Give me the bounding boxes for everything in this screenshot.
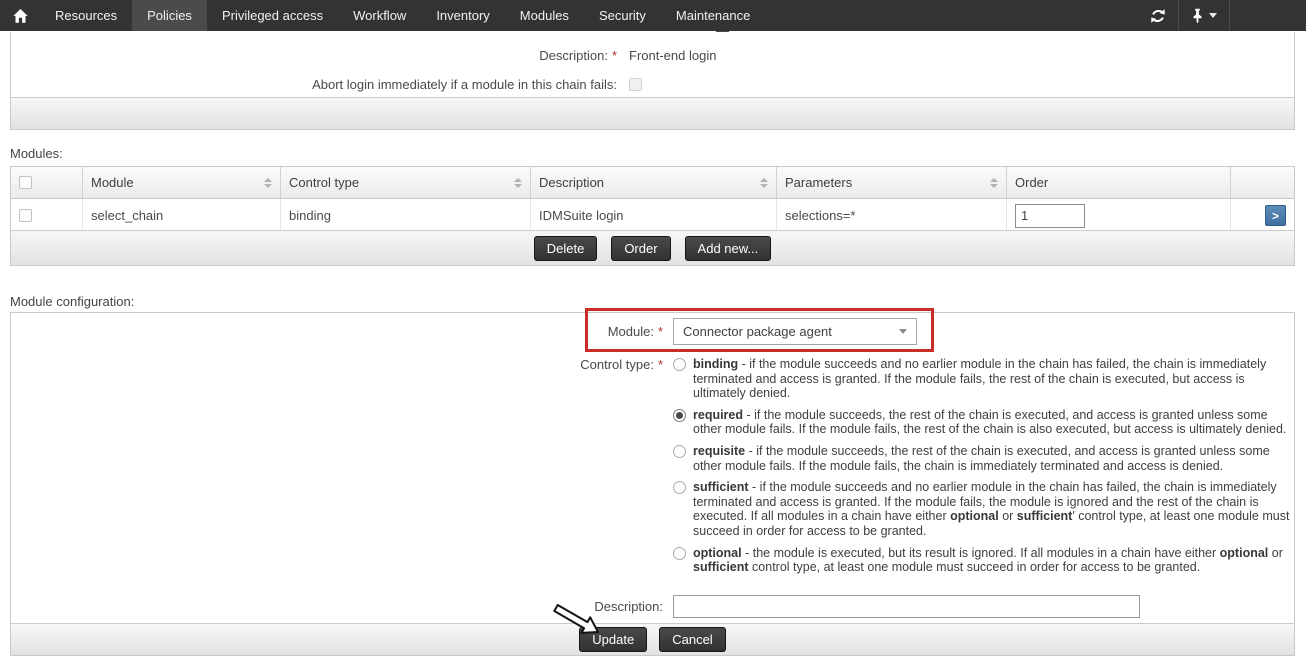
config-description-row: Description:	[11, 595, 1294, 618]
nav-item-maintenance[interactable]: Maintenance	[661, 0, 765, 31]
select-all-checkbox[interactable]	[19, 176, 32, 189]
chevron-right-button[interactable]: >	[1265, 205, 1286, 226]
column-header-description[interactable]: Description	[531, 167, 777, 198]
option-text-requisite: requisite - if the module succeeds, the …	[693, 444, 1291, 473]
row-checkbox[interactable]	[19, 209, 32, 222]
nav-item-inventory[interactable]: Inventory	[421, 0, 504, 31]
table-row: select_chain binding IDMSuite login sele…	[11, 199, 1294, 232]
radio-sufficient[interactable]	[673, 481, 686, 494]
row-order-cell	[1007, 199, 1231, 232]
add-new-button[interactable]: Add new...	[685, 236, 772, 261]
update-button[interactable]: Update	[579, 627, 647, 652]
caret-down-icon	[1209, 13, 1217, 18]
nav-item-modules[interactable]: Modules	[505, 0, 584, 31]
abort-login-label: Abort login immediately if a module in t…	[11, 77, 617, 92]
nav-item-resources[interactable]: Resources	[40, 0, 132, 31]
control-type-label: Control type:*	[11, 357, 663, 582]
cancel-button[interactable]: Cancel	[659, 627, 725, 652]
control-type-option-sufficient: sufficient - if the module succeeds and …	[673, 480, 1291, 538]
abort-login-checkbox[interactable]	[629, 78, 642, 91]
nav-item-policies[interactable]: Policies	[132, 0, 207, 31]
nav-item-security[interactable]: Security	[584, 0, 661, 31]
row-description-cell: IDMSuite login	[531, 199, 777, 232]
row-action-cell: >	[1231, 199, 1294, 232]
column-label: Control type	[289, 175, 359, 190]
column-header-actions	[1231, 167, 1294, 198]
radio-requisite[interactable]	[673, 445, 686, 458]
control-type-options: binding - if the module succeeds and no …	[673, 357, 1291, 582]
radio-optional[interactable]	[673, 547, 686, 560]
option-text-optional: optional - the module is executed, but i…	[693, 546, 1291, 575]
control-type-option-optional: optional - the module is executed, but i…	[673, 546, 1291, 575]
modules-section-label: Modules:	[10, 146, 63, 161]
nav-item-workflow[interactable]: Workflow	[338, 0, 421, 31]
sort-arrows-icon	[264, 178, 272, 188]
control-type-option-requisite: requisite - if the module succeeds, the …	[673, 444, 1291, 473]
refresh-icon	[1150, 8, 1166, 24]
sort-arrows-icon	[760, 178, 768, 188]
chain-description-label: Description:*	[11, 48, 617, 63]
chain-form-footer-band	[11, 97, 1294, 129]
module-select[interactable]: Connector package agent	[673, 318, 917, 345]
option-text-sufficient: sufficient - if the module succeeds and …	[693, 480, 1291, 538]
top-navbar: ResourcesPoliciesPrivileged accessWorkfl…	[0, 0, 1306, 31]
column-header-order[interactable]: Order	[1007, 167, 1231, 198]
control-type-option-required: required - if the module succeeds, the r…	[673, 408, 1291, 437]
navbar-spacer	[1230, 0, 1306, 31]
home-button[interactable]	[0, 0, 40, 31]
column-label: Description	[539, 175, 604, 190]
row-select-cell	[11, 199, 83, 232]
modules-table-footer-band: Delete Order Add new...	[11, 230, 1294, 265]
sort-arrows-icon	[990, 178, 998, 188]
home-icon	[12, 8, 29, 24]
row-control-type-cell: binding	[281, 199, 531, 232]
chain-form-panel: Description:* Front-end login Abort logi…	[10, 32, 1295, 130]
radio-binding[interactable]	[673, 358, 686, 371]
refresh-button[interactable]	[1138, 0, 1178, 31]
delete-button[interactable]: Delete	[534, 236, 598, 261]
column-label: Module	[91, 175, 134, 190]
order-input[interactable]	[1015, 204, 1085, 228]
row-parameters-cell: selections=*	[777, 199, 1007, 232]
option-text-required: required - if the module succeeds, the r…	[693, 408, 1291, 437]
order-button[interactable]: Order	[611, 236, 670, 261]
policy-chain-page: ResourcesPoliciesPrivileged accessWorkfl…	[0, 0, 1306, 660]
control-type-row: Control type:* binding - if the module s…	[11, 357, 1294, 582]
column-label: Order	[1015, 175, 1048, 190]
column-header-select-all	[11, 167, 83, 198]
module-config-footer-band: Update Cancel	[11, 623, 1294, 655]
module-label: Module:*	[11, 324, 663, 339]
required-asterisk: *	[612, 48, 617, 63]
navbar-actions	[1138, 0, 1306, 31]
abort-login-row: Abort login immediately if a module in t…	[11, 75, 1294, 93]
module-config-section-label: Module configuration:	[10, 294, 134, 309]
config-description-input[interactable]	[673, 595, 1140, 618]
option-text-binding: binding - if the module succeeds and no …	[693, 357, 1291, 401]
sort-arrows-icon	[514, 178, 522, 188]
column-header-module[interactable]: Module	[83, 167, 281, 198]
control-type-option-binding: binding - if the module succeeds and no …	[673, 357, 1291, 401]
module-select-value: Connector package agent	[683, 324, 832, 339]
config-description-label: Description:	[11, 599, 663, 614]
column-header-parameters[interactable]: Parameters	[777, 167, 1007, 198]
pin-icon	[1191, 8, 1204, 24]
module-config-panel: Module:* Connector package agent Control…	[10, 312, 1295, 656]
modules-table-header: Module Control type Description Paramete…	[11, 167, 1294, 199]
row-module-cell: select_chain	[83, 199, 281, 232]
required-asterisk: *	[658, 357, 663, 372]
chain-description-value: Front-end login	[629, 48, 716, 63]
column-label: Parameters	[785, 175, 852, 190]
radio-required[interactable]	[673, 409, 686, 422]
select-caret-icon	[899, 329, 907, 334]
module-select-row: Module:* Connector package agent	[11, 318, 1294, 345]
modules-table-panel: Module Control type Description Paramete…	[10, 166, 1295, 266]
nav-item-privileged-access[interactable]: Privileged access	[207, 0, 338, 31]
column-header-control-type[interactable]: Control type	[281, 167, 531, 198]
required-asterisk: *	[658, 324, 663, 339]
chain-description-row: Description:* Front-end login	[11, 46, 1294, 64]
pin-menu-button[interactable]	[1179, 0, 1229, 31]
nav-menu: ResourcesPoliciesPrivileged accessWorkfl…	[40, 0, 765, 31]
